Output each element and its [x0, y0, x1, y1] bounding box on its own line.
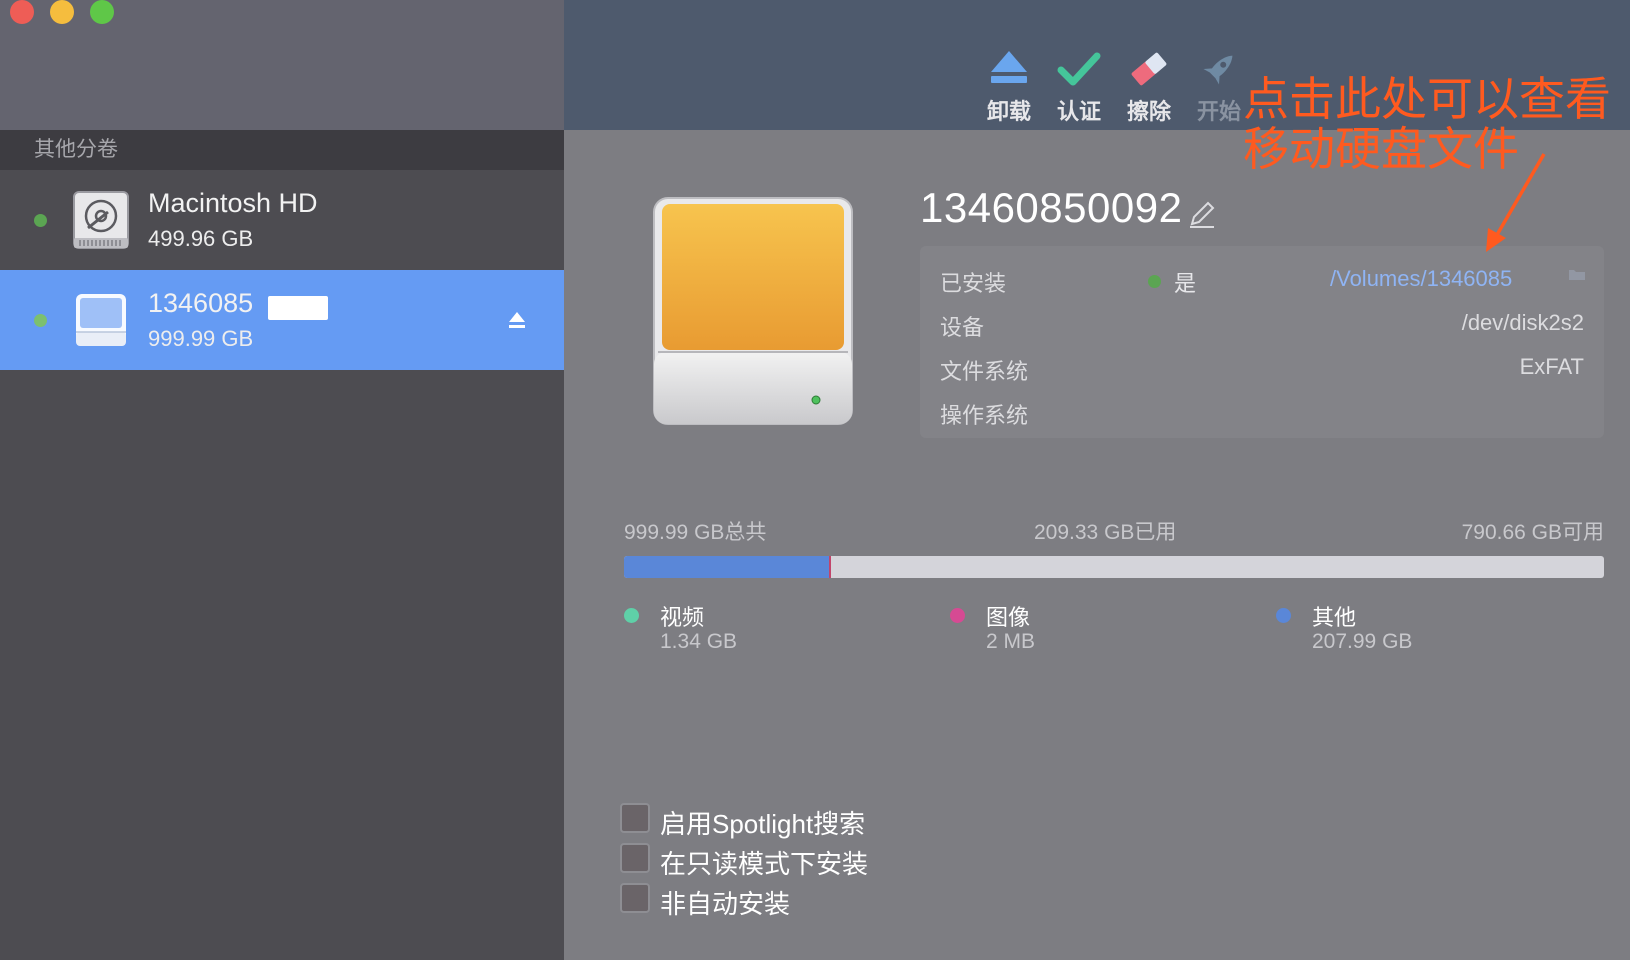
usage-free: 790.66 GB可用	[1461, 521, 1604, 544]
internal-disk-icon	[73, 191, 129, 249]
checkmark-icon	[1057, 52, 1101, 86]
sidebar-item-external-volume[interactable]: 1346085 999.99 GB	[0, 270, 564, 370]
volume-name: Macintosh HD	[148, 188, 318, 218]
usage-total: 999.99 GB总共	[624, 521, 767, 544]
mounted-value: 是	[1174, 271, 1197, 296]
legend-size: 1.34 GB	[660, 630, 738, 653]
sidebar-item-macintosh-hd[interactable]: Macintosh HD 499.96 GB	[0, 170, 564, 270]
minimize-window-button[interactable]	[50, 0, 74, 24]
no-automount-checkbox[interactable]	[620, 883, 650, 913]
annotation-arrow-icon	[1486, 153, 1546, 252]
usage-used: 209.33 GB已用	[1034, 521, 1177, 544]
annotation-line-1: 点击此处可以查看	[1243, 73, 1611, 125]
option-label: 在只读模式下安装	[660, 849, 869, 879]
mounted-status-dot	[34, 314, 47, 327]
mount-path-link[interactable]: /Volumes/1346085	[1330, 266, 1512, 292]
device-value: /dev/disk2s2	[1461, 310, 1584, 335]
filesystem-value: ExFAT	[1519, 354, 1584, 379]
legend-size: 2 MB	[986, 630, 1036, 653]
external-drive-illustration	[653, 197, 853, 425]
app-window: 其他分卷 Macintosh HD 499.96 GB 1346085 999.…	[0, 0, 1630, 960]
pencil-icon[interactable]	[1186, 198, 1218, 230]
redaction-mask	[268, 296, 328, 320]
volume-size: 999.99 GB	[148, 326, 254, 351]
volume-title: 13460850092	[920, 184, 1183, 231]
usage-bar	[624, 556, 1604, 578]
unmount-button[interactable]: 卸载	[974, 46, 1044, 126]
legend-name: 其他	[1312, 605, 1357, 630]
mounted-label: 已安装	[940, 271, 1007, 296]
legend-color-dot	[1276, 608, 1291, 623]
external-disk-icon	[76, 294, 126, 346]
unmount-label: 卸载	[986, 99, 1031, 124]
legend-size: 207.99 GB	[1312, 630, 1413, 653]
close-window-button[interactable]	[10, 0, 34, 24]
annotation-callout: 点击此处可以查看 移动硬盘文件	[1243, 74, 1611, 174]
erase-label: 擦除	[1126, 99, 1171, 124]
erase-button[interactable]: 擦除	[1114, 46, 1184, 126]
option-label: 非自动安装	[660, 889, 791, 919]
usage-bar-fill	[624, 556, 829, 578]
volume-detail-panel: 13460850092 已安装 是 /Volumes/1346085 设备 /d…	[564, 130, 1630, 960]
volume-name: 1346085	[148, 288, 254, 318]
mounted-status-dot	[34, 214, 47, 227]
eject-icon	[991, 51, 1027, 83]
filesystem-label: 文件系统	[940, 359, 1029, 384]
volume-size: 499.96 GB	[148, 226, 254, 251]
device-label: 设备	[940, 315, 985, 340]
eraser-icon	[1131, 52, 1167, 86]
legend-color-dot	[624, 608, 639, 623]
legend-name: 视频	[660, 605, 705, 630]
legend-name: 图像	[986, 605, 1031, 630]
eject-icon[interactable]	[508, 310, 526, 330]
option-label: 启用Spotlight搜索	[660, 809, 866, 839]
readonly-checkbox[interactable]	[620, 843, 650, 873]
annotation-line-2: 移动硬盘文件	[1243, 123, 1519, 175]
titlebar	[0, 0, 564, 130]
legend-color-dot	[950, 608, 965, 623]
sidebar: 其他分卷 Macintosh HD 499.96 GB 1346085 999.…	[0, 0, 564, 960]
folder-icon[interactable]	[1568, 266, 1586, 282]
rocket-icon	[1203, 55, 1233, 85]
spotlight-checkbox[interactable]	[620, 803, 650, 833]
mounted-status-dot	[1148, 275, 1161, 288]
os-label: 操作系统	[940, 403, 1029, 428]
maximize-window-button[interactable]	[90, 0, 114, 24]
usage-bar-marker	[829, 556, 831, 578]
verify-label: 认证	[1056, 99, 1101, 124]
sidebar-section-header: 其他分卷	[0, 130, 564, 170]
verify-button[interactable]: 认证	[1044, 46, 1114, 126]
volume-info-panel: 已安装 是 /Volumes/1346085 设备 /dev/disk2s2 文…	[920, 246, 1604, 438]
